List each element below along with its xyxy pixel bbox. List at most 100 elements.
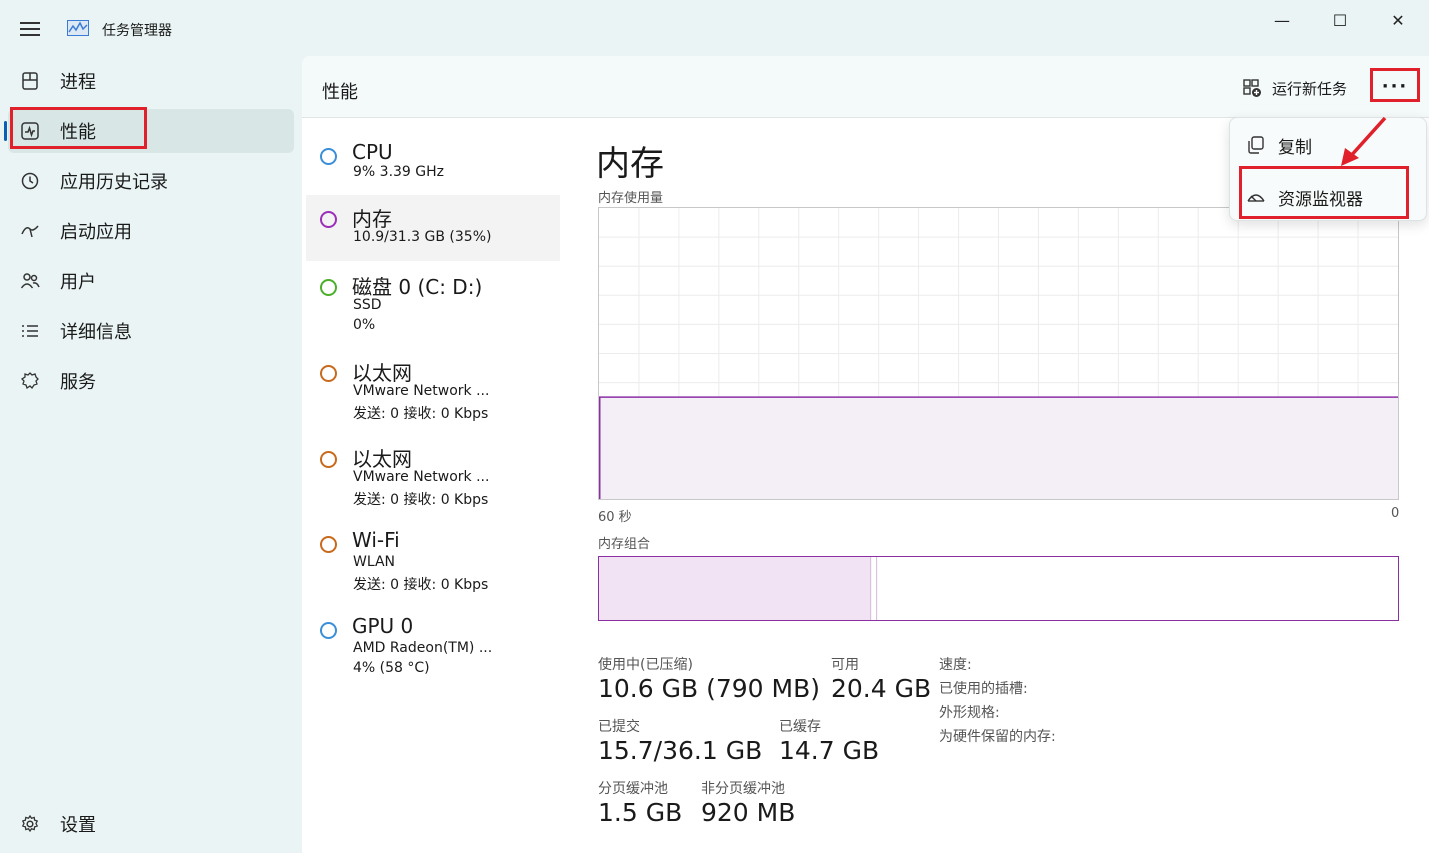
nonpaged-pool-value: 920 MB [701,798,796,827]
device-disk[interactable]: 磁盘 0 (C: D:) SSD 0% [306,263,560,345]
minimize-icon: — [1274,10,1290,30]
sidebar-item-label: 用户 [60,272,96,293]
sidebar-item-label: 设置 [60,815,96,836]
services-icon [20,372,39,390]
device-status-icon [320,211,337,228]
sidebar-item-label: 应用历史记录 [60,172,168,193]
paged-pool-label: 分页缓冲池 [598,781,668,797]
device-status-icon [320,536,337,553]
copy-icon [1248,136,1264,154]
available-value: 20.4 GB [831,674,932,703]
device-detail: 发送: 0 接收: 0 Kbps [353,406,489,422]
run-new-task-button[interactable]: 运行新任务 [1272,78,1347,99]
menu-item-copy[interactable]: 复制 [1230,122,1428,166]
device-memory[interactable]: 内存 10.9/31.3 GB (35%) [306,195,560,261]
in-use-value: 10.6 GB (790 MB) [598,674,820,703]
device-detail: 0% [353,317,376,333]
sidebar-item-settings[interactable]: 设置 [8,802,294,846]
device-ethernet-1[interactable]: 以太网 VMware Network ... 发送: 0 接收: 0 Kbps [306,349,560,431]
nonpaged-pool-label: 非分页缓冲池 [701,781,785,797]
device-status-icon [320,451,337,468]
cached-label: 已缓存 [779,719,821,735]
sidebar-item-label: 服务 [60,372,96,393]
device-status-icon [320,365,337,382]
page-title: 性能 [322,82,358,103]
device-name: 以太网 [352,361,412,385]
device-detail: 发送: 0 接收: 0 Kbps [353,577,489,593]
device-status-icon [320,279,337,296]
device-detail: 发送: 0 接收: 0 Kbps [353,492,489,508]
device-ethernet-2[interactable]: 以太网 VMware Network ... 发送: 0 接收: 0 Kbps [306,435,560,517]
annotation-arrow-icon [1341,116,1387,166]
sidebar-item-label: 启动应用 [60,222,132,243]
close-button[interactable]: ✕ [1378,8,1418,32]
sidebar-item-processes[interactable]: 进程 [8,59,294,103]
sidebar-item-label: 详细信息 [60,322,132,343]
highlight-box-performance [10,107,147,149]
device-name: 内存 [352,207,392,231]
sidebar-item-services[interactable]: 服务 [8,359,294,403]
device-detail: 10.9/31.3 GB (35%) [353,229,492,245]
memory-heading: 内存 [596,144,664,184]
device-detail: 9% 3.39 GHz [353,164,445,180]
in-use-label: 使用中(已压缩) [598,657,693,673]
device-detail: SSD [353,297,382,313]
maximize-button[interactable]: ☐ [1320,8,1360,32]
device-detail: WLAN [353,554,396,570]
device-name: 磁盘 0 (C: D:) [352,275,483,299]
in-use-segment [599,557,871,620]
device-detail: 4% (58 °C) [353,660,430,676]
spec-speed: 速度: [939,657,972,673]
hamburger-menu-icon[interactable] [20,22,40,38]
sidebar-item-details[interactable]: 详细信息 [8,309,294,353]
device-gpu[interactable]: GPU 0 AMD Radeon(TM) ... 4% (58 °C) [306,606,560,688]
spec-hardware-reserved: 为硬件保留的内存: [939,729,1056,745]
available-label: 可用 [831,657,859,673]
sidebar-item-startup-apps[interactable]: 启动应用 [8,209,294,253]
startup-icon [21,225,39,238]
menu-item-label: 复制 [1278,138,1312,158]
title-bar: 任务管理器 — ☐ ✕ [0,0,1429,56]
minimize-button[interactable]: — [1262,8,1302,32]
main-header: 性能 运行新任务 ··· [302,56,1429,118]
device-cpu[interactable]: CPU 9% 3.39 GHz [306,132,560,194]
memory-usage-label: 内存使用量 [598,191,664,206]
device-name: GPU 0 [352,614,414,638]
spec-slots: 已使用的插槽: [939,681,1028,697]
paged-pool-value: 1.5 GB [598,798,683,827]
maximize-icon: ☐ [1332,10,1348,30]
device-status-icon [320,148,337,165]
sidebar-item-label: 进程 [60,72,96,93]
device-name: CPU [352,140,393,164]
memory-composition-label: 内存组合 [598,537,651,552]
device-name: Wi-Fi [352,528,400,552]
app-title: 任务管理器 [102,23,172,39]
active-indicator [4,121,7,141]
sidebar-item-users[interactable]: 用户 [8,259,294,303]
graph-time-left: 60 秒 [598,510,632,525]
highlight-box-resource-monitor [1239,166,1409,219]
history-icon [21,172,39,190]
committed-value: 15.7/36.1 GB [598,736,763,765]
sidebar-item-app-history[interactable]: 应用历史记录 [8,159,294,203]
highlight-box-more [1370,68,1420,102]
sidebar: 进程 性能 应用历史记录 启动应用 用户 详细信息 服务 设置 [0,56,302,853]
device-detail: VMware Network ... [353,383,490,399]
graph-time-right: 0 [1391,506,1400,521]
device-wifi[interactable]: Wi-Fi WLAN 发送: 0 接收: 0 Kbps [306,520,560,602]
memory-usage-graph [598,207,1399,500]
device-status-icon [320,622,337,639]
gear-icon [21,814,39,833]
device-detail: AMD Radeon(TM) ... [353,640,493,656]
memory-composition-bar [598,556,1399,621]
cached-value: 14.7 GB [779,736,880,765]
details-icon [22,325,38,337]
users-icon [20,273,40,289]
device-detail: VMware Network ... [353,469,490,485]
processes-icon [22,72,38,90]
task-manager-app-icon [67,20,89,36]
usage-area [599,397,1398,499]
device-name: 以太网 [352,447,412,471]
close-icon: ✕ [1391,10,1405,30]
run-new-task-icon[interactable] [1242,78,1262,98]
